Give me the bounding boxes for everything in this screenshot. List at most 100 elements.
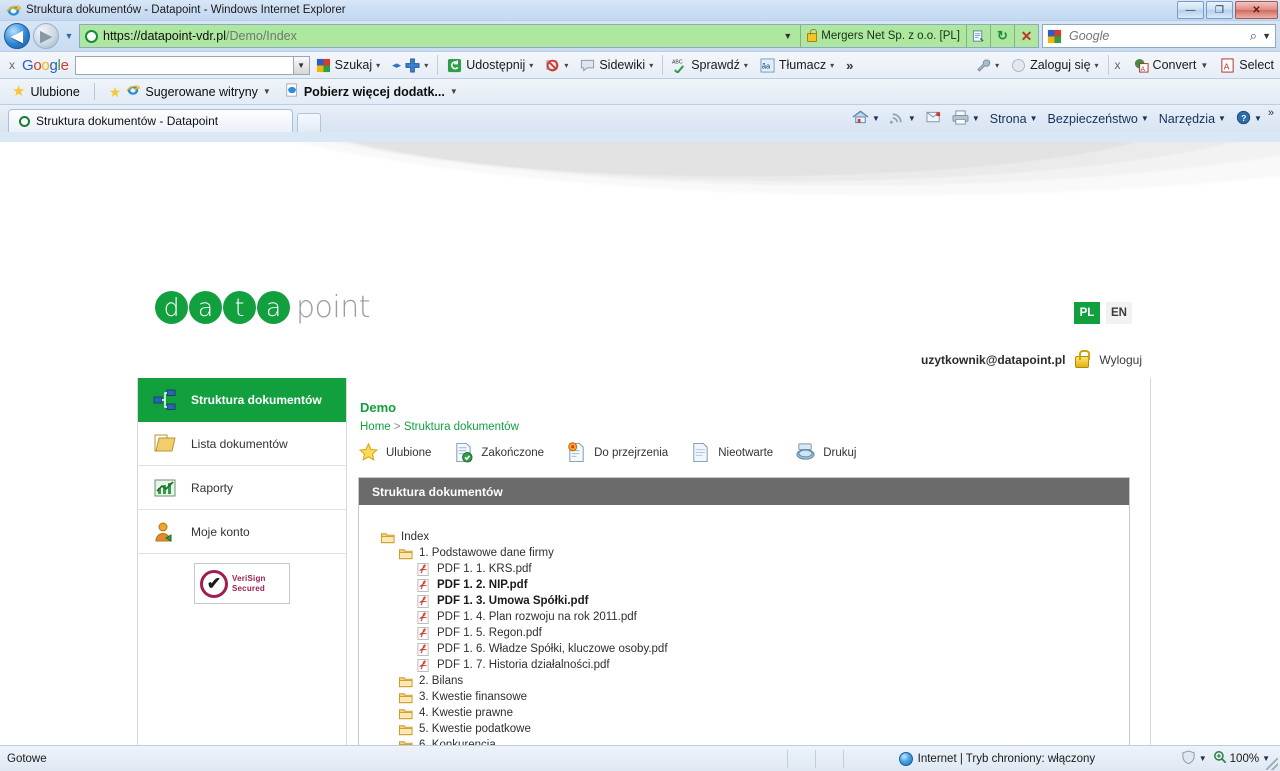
google-toolbar-close-button[interactable]: x — [6, 58, 22, 72]
feeds-button[interactable]: ▼ — [886, 110, 920, 128]
chevron-down-icon[interactable]: ▾ — [376, 61, 380, 70]
window-controls: — ❐ ✕ — [1177, 1, 1278, 19]
tree-node-folder[interactable]: 4. Kwestie prawne — [381, 705, 1129, 721]
tree-node-folder[interactable]: 1. Podstawowe dane firmy — [381, 545, 1129, 561]
sidebar-item-lista-dokumentow[interactable]: Lista dokumentów — [138, 422, 346, 466]
tree-node-pdf[interactable]: PDF 1. 1. KRS.pdf — [381, 561, 1129, 577]
tree-node-folder[interactable]: 6. Konkurencja — [381, 737, 1129, 745]
close-button[interactable]: ✕ — [1235, 1, 1278, 19]
chevron-down-icon[interactable]: ▼ — [1200, 61, 1208, 70]
tree-node-pdf[interactable]: PDF 1. 6. Władze Spółki, kluczowe osoby.… — [381, 641, 1129, 657]
address-bar[interactable]: https://datapoint-vdr.pl/Demo/Index ▼ Me… — [79, 24, 1039, 48]
forward-button[interactable]: ▶ — [33, 23, 59, 49]
action-nieotwarte[interactable]: Nieotwarte — [690, 442, 773, 463]
google-sidewiki-button[interactable]: Sidewiki ▾ — [574, 58, 659, 73]
chevron-down-icon[interactable]: ▾ — [649, 61, 653, 70]
certificate-badge[interactable]: Mergers Net Sp. z o.o. [PL] — [800, 25, 966, 47]
chevron-down-icon[interactable]: ▼ — [1030, 114, 1038, 123]
mail-button[interactable] — [922, 111, 946, 127]
adobe-toolbar-close-button[interactable]: x — [1112, 58, 1128, 72]
window-resize-grip[interactable] — [1266, 758, 1278, 770]
breadcrumb-home-link[interactable]: Home — [360, 421, 391, 433]
verisign-badge[interactable]: ✔ VeriSign Secured — [194, 563, 290, 604]
favorites-button[interactable]: ★ Ulubione — [8, 84, 84, 99]
adobe-select-button[interactable]: A Select — [1214, 57, 1280, 73]
new-tab-button[interactable] — [297, 113, 321, 132]
sidebar-item-struktura-dokumentow[interactable]: Struktura dokumentów — [138, 378, 346, 422]
page-menu-button[interactable]: Strona ▼ — [986, 112, 1042, 126]
chevron-down-icon[interactable]: ▼ — [450, 87, 458, 96]
search-icon[interactable]: ⌕ — [1250, 28, 1257, 44]
chevron-down-icon[interactable]: ▼ — [872, 114, 880, 123]
command-bar-overflow-button[interactable]: » — [1268, 105, 1274, 119]
chevron-down-icon[interactable]: ▼ — [263, 87, 271, 96]
action-drukuj[interactable]: Drukuj — [795, 442, 856, 463]
tree-node-folder[interactable]: 3. Kwestie finansowe — [381, 689, 1129, 705]
restore-button[interactable]: ❐ — [1206, 1, 1233, 19]
history-dropdown-button[interactable]: ▼ — [62, 31, 76, 41]
google-toolbar-overflow-button[interactable]: » — [840, 58, 859, 73]
google-translate-button[interactable]: ăa Tłumacz ▾ — [754, 57, 840, 73]
tree-node-pdf[interactable]: PDF 1. 5. Regon.pdf — [381, 625, 1129, 641]
chevron-down-icon[interactable]: ▾ — [564, 61, 568, 70]
tab-struktura-dokumentow[interactable]: Struktura dokumentów - Datapoint — [8, 109, 293, 132]
favorite-item-more-addons[interactable]: Pobierz więcej dodatk... ▼ — [281, 83, 462, 100]
privacy-report-button[interactable]: ▼ — [1181, 750, 1207, 767]
google-search-input[interactable]: ▼ — [74, 55, 310, 75]
chevron-down-icon[interactable]: ▼ — [1218, 114, 1226, 123]
chevron-down-icon[interactable]: ▼ — [1254, 114, 1262, 123]
zoom-control[interactable]: 100% ▼ — [1213, 750, 1270, 767]
chevron-down-icon[interactable]: ▼ — [908, 114, 916, 123]
chevron-down-icon[interactable]: ▾ — [1095, 61, 1099, 70]
minimize-button[interactable]: — — [1177, 1, 1204, 19]
sidebar-item-moje-konto[interactable]: Moje konto — [138, 510, 346, 554]
chevron-down-icon[interactable]: ▾ — [830, 61, 834, 70]
safety-menu-button[interactable]: Bezpieczeństwo ▼ — [1044, 112, 1153, 126]
tree-node-folder[interactable]: 5. Kwestie podatkowe — [381, 721, 1129, 737]
google-search-button[interactable]: Szukaj ▾ — [310, 58, 387, 73]
google-share-button[interactable]: Udostępnij ▾ — [441, 58, 539, 73]
tree-node-pdf[interactable]: PDF 1. 3. Umowa Spółki.pdf — [381, 593, 1129, 609]
logout-link[interactable]: Wyloguj — [1099, 353, 1142, 367]
chevron-down-icon[interactable]: ▾ — [424, 61, 428, 70]
google-spellcheck-button[interactable]: ABC Sprawdź ▾ — [666, 58, 754, 74]
tree-node-folder[interactable]: 2. Bilans — [381, 673, 1129, 689]
stop-button[interactable]: ✕ — [1014, 25, 1038, 47]
address-dropdown-icon[interactable]: ▼ — [775, 31, 800, 41]
chevron-down-icon[interactable]: ▼ — [1199, 754, 1207, 763]
search-dropdown-icon[interactable]: ▼ — [1262, 31, 1271, 41]
google-settings-button[interactable]: ▾ — [970, 58, 1005, 73]
tree-node-pdf[interactable]: PDF 1. 2. NIP.pdf — [381, 577, 1129, 593]
tree-node-pdf[interactable]: PDF 1. 7. Historia działalności.pdf — [381, 657, 1129, 673]
adobe-convert-button[interactable]: A Convert ▼ — [1128, 58, 1215, 73]
google-popup-blocker-button[interactable]: ▾ — [539, 58, 574, 73]
sidebar-item-raporty[interactable]: Raporty — [138, 466, 346, 510]
refresh-button[interactable]: ↻ — [990, 25, 1014, 47]
compatibility-view-icon[interactable] — [966, 25, 990, 47]
site-logo[interactable]: d a t a point — [155, 290, 371, 325]
back-button[interactable]: ◀ — [4, 23, 30, 49]
chevron-down-icon[interactable]: ▼ — [1141, 114, 1149, 123]
security-zone[interactable]: Internet | Tryb chroniony: włączony — [898, 751, 1095, 766]
action-zakonczone[interactable]: Zakończone — [453, 442, 544, 463]
tree-node-folder[interactable]: Index — [381, 529, 1129, 545]
help-menu-button[interactable]: ? ▼ — [1232, 110, 1266, 128]
google-signin-button[interactable]: Zaloguj się ▾ — [1005, 58, 1104, 73]
chevron-down-icon[interactable]: ▼ — [972, 114, 980, 123]
tree-node-pdf[interactable]: PDF 1. 4. Plan rozwoju na rok 2011.pdf — [381, 609, 1129, 625]
action-ulubione[interactable]: Ulubione — [358, 442, 431, 463]
favorite-item-suggested-sites[interactable]: ★ Sugerowane witryny ▼ — [105, 83, 275, 100]
print-button[interactable]: ▼ — [948, 109, 984, 128]
google-search-dropdown-icon[interactable]: ▼ — [292, 56, 309, 74]
action-do-przejrzenia[interactable]: Do przejrzenia — [566, 442, 668, 463]
chevron-down-icon[interactable]: ▾ — [744, 61, 748, 70]
search-input[interactable] — [1067, 28, 1245, 44]
google-add-button[interactable]: ◂▸ ▾ — [386, 57, 434, 73]
language-pl-button[interactable]: PL — [1074, 302, 1100, 324]
chevron-down-icon[interactable]: ▾ — [995, 61, 999, 70]
tools-menu-button[interactable]: Narzędzia ▼ — [1155, 112, 1230, 126]
language-en-button[interactable]: EN — [1106, 302, 1132, 324]
search-box[interactable]: ⌕ ▼ — [1042, 24, 1276, 48]
chevron-down-icon[interactable]: ▾ — [529, 61, 533, 70]
home-button[interactable]: ▼ — [848, 109, 884, 128]
